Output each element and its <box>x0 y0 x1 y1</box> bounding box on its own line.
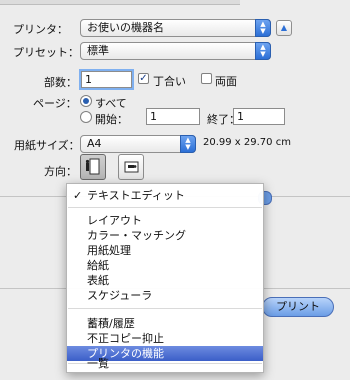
portrait-button[interactable] <box>80 154 106 180</box>
pages-all-label: すべて <box>95 97 127 110</box>
orientation-label: 方向： <box>44 165 77 178</box>
menu-item-summary[interactable]: 一覧 <box>67 356 263 371</box>
pages-all-radio[interactable] <box>80 95 92 107</box>
menu-item-paper-feed[interactable]: 給紙 <box>67 258 263 273</box>
menu-item-storage-history[interactable]: 蓄積/履歴 <box>67 316 263 331</box>
preset-value: 標準 <box>87 44 109 57</box>
copies-field[interactable]: 1 <box>81 71 132 88</box>
menu-item-cover-page[interactable]: 表紙 <box>67 273 263 288</box>
menu-item-paper-handling[interactable]: 用紙処理 <box>67 243 263 258</box>
paper-size-value: A4 <box>87 137 102 150</box>
menu-item-layout[interactable]: レイアウト <box>67 213 263 228</box>
duplex-checkbox[interactable] <box>201 73 212 84</box>
printer-value: お使いの機器名 <box>87 21 164 34</box>
preset-label: プリセット： <box>13 46 79 59</box>
settings-dropdown-menu: ✓ テキストエディット レイアウト カラー・マッチング 用紙処理 給紙 表紙 ス… <box>66 183 264 373</box>
paper-size-label: 用紙サイズ： <box>14 139 80 152</box>
pages-label: ページ： <box>33 97 77 110</box>
checkmark-icon: ✓ <box>73 189 83 202</box>
menu-item-label: テキストエディット <box>87 189 185 202</box>
paper-size-popup[interactable]: A4 ▲ ▼ <box>80 135 196 153</box>
window-top-edge <box>0 0 240 5</box>
pages-range-radio[interactable] <box>80 111 92 123</box>
popup-arrows-icon: ▲ ▼ <box>255 42 271 60</box>
menu-item-color-matching[interactable]: カラー・マッチング <box>67 228 263 243</box>
collate-label: 丁合い <box>153 75 186 88</box>
disclosure-button[interactable]: ▲ <box>276 20 292 36</box>
portrait-icon <box>85 158 100 175</box>
menu-separator <box>68 308 262 309</box>
copies-label: 部数： <box>44 76 77 89</box>
pages-from-label: 開始： <box>95 113 128 126</box>
landscape-button[interactable] <box>118 154 144 180</box>
menu-separator <box>68 207 262 208</box>
menu-item-scheduler[interactable]: スケジューラ <box>67 288 263 303</box>
menu-item-copy-guard[interactable]: 不正コピー抑止 <box>67 331 263 346</box>
printer-popup[interactable]: お使いの機器名 ▲ ▼ <box>80 19 271 37</box>
paper-dimensions: 20.99 x 29.70 cm <box>203 137 291 148</box>
popup-arrows-icon: ▲ ▼ <box>180 135 196 153</box>
triangle-up-icon: ▲ <box>280 23 288 32</box>
pages-from-field[interactable]: 1 <box>146 108 200 125</box>
printer-label: プリンタ： <box>13 23 68 36</box>
print-button[interactable]: プリント <box>262 297 334 317</box>
collate-checkbox[interactable]: ✓ <box>138 73 149 84</box>
preset-popup[interactable]: 標準 ▲ ▼ <box>80 42 271 60</box>
checkmark-icon: ✓ <box>139 73 148 84</box>
duplex-label: 両面 <box>215 75 237 88</box>
pages-to-field[interactable]: 1 <box>233 108 285 125</box>
popup-arrows-icon: ▲ ▼ <box>255 19 271 37</box>
landscape-icon <box>124 161 139 173</box>
menu-item-textedit[interactable]: ✓ テキストエディット <box>67 188 263 203</box>
